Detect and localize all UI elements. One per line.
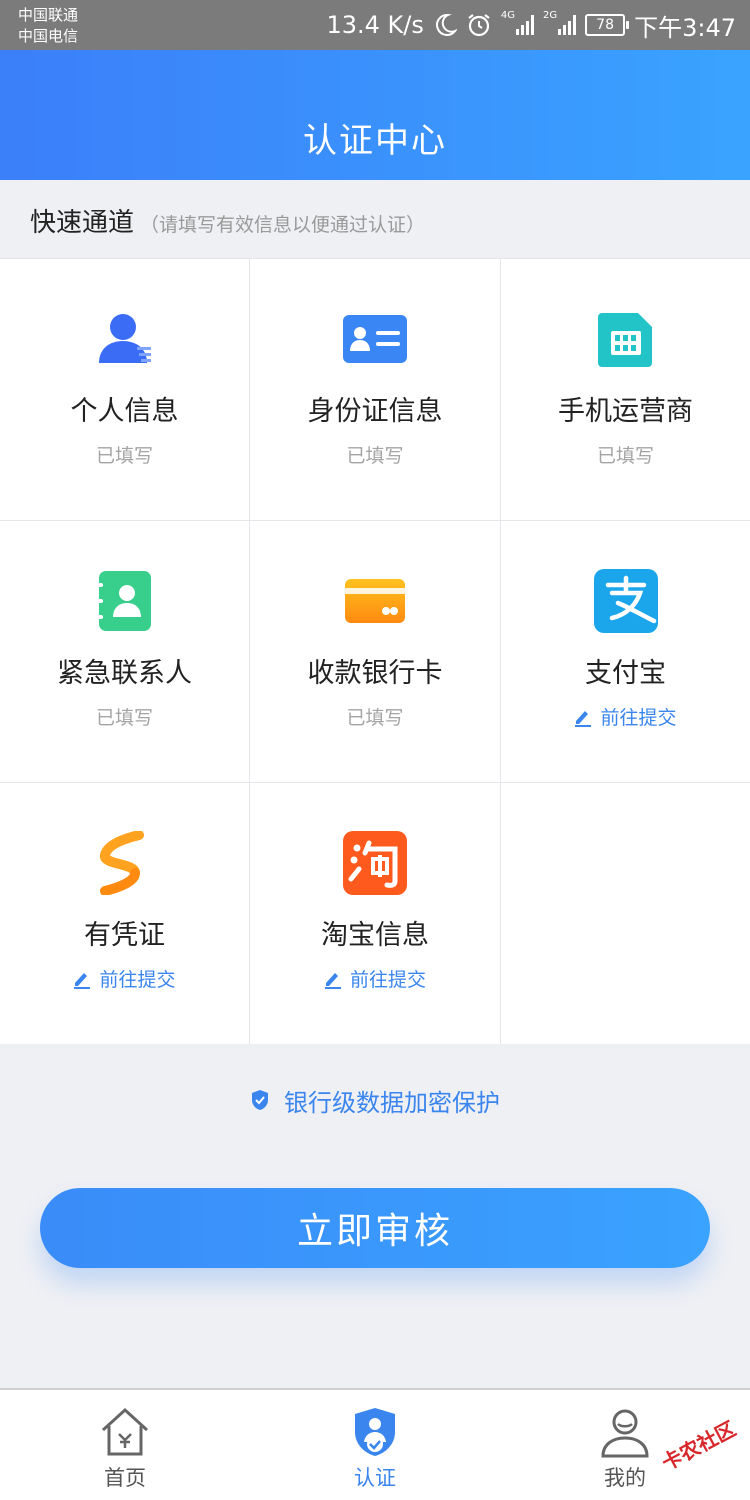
pencil-icon [73,969,91,989]
item-status: 已填写 [596,445,654,467]
item-id-card[interactable]: 身份证信息 已填写 [250,259,500,520]
voucher-icon [93,831,157,895]
item-title: 淘宝信息 [321,920,429,951]
item-emergency-contact[interactable]: 紧急联系人 已填写 [0,521,249,782]
pencil-icon [574,707,592,727]
item-bank-card[interactable]: 收款银行卡 已填写 [250,521,500,782]
item-status: 已填写 [95,445,153,467]
signal-icon-1: 4G [501,11,534,35]
network-type-1: 4G [500,10,515,21]
security-text: 银行级数据加密保护 [284,1088,500,1117]
submit-review-button[interactable]: 立即审核 [40,1188,710,1268]
user-icon [597,1404,653,1460]
item-status: 前往提交 [349,969,426,991]
tab-bar: 首页 认证 我的 [0,1388,750,1500]
shield-check-small-icon [250,1089,270,1111]
section-hint: （请填写有效信息以便通过认证） [140,214,426,236]
clock: 下午3:47 [634,13,736,42]
id-card-icon [343,307,407,371]
battery-icon: 78 [585,14,630,36]
carrier-info: 中国联通 中国电信 [18,5,78,47]
item-title: 收款银行卡 [307,658,443,689]
home-icon [97,1404,153,1460]
contacts-icon [93,569,157,633]
network-type-2: 2G [542,10,558,21]
section-header: 快速通道 （请填写有效信息以便通过认证） [30,202,425,242]
taobao-icon [343,831,407,895]
verification-grid: 个人信息 已填写 身份证信息 已填写 手机运营商 已填写 紧急联系人 已填写 收… [0,258,750,1044]
carrier-2: 中国电信 [18,27,79,45]
item-title: 有凭证 [84,920,165,951]
signal-icon-2: 2G [543,11,577,35]
section-title: 快速通道 [30,208,135,238]
item-personal-info[interactable]: 个人信息 已填写 [0,259,249,520]
item-alipay[interactable]: 支付宝 前往提交 [501,521,750,782]
person-icon [93,307,157,371]
item-title: 个人信息 [70,396,179,427]
item-status-action[interactable]: 前往提交 [250,965,500,992]
status-icons: 13.4 K/s 4G 2G 78 下午3:47 [326,8,736,42]
item-status-action[interactable]: 前往提交 [501,703,750,730]
item-taobao[interactable]: 淘宝信息 前往提交 [250,783,500,1044]
empty-cell [501,783,750,1044]
alipay-icon [593,569,658,633]
item-title: 支付宝 [585,658,666,689]
item-status: 已填写 [346,445,404,467]
tab-home[interactable]: 首页 [50,1390,200,1500]
bank-card-icon [343,569,407,633]
tab-label: 首页 [104,1466,146,1490]
item-mobile-carrier[interactable]: 手机运营商 已填写 [501,259,750,520]
sim-card-icon [594,307,658,371]
moon-icon [433,13,457,37]
header: 认证中心 [0,50,750,180]
item-status-action[interactable]: 前往提交 [0,965,249,992]
item-status: 已填写 [95,707,153,729]
battery-level: 78 [596,17,614,33]
tab-label: 认证 [354,1466,396,1490]
security-note: 银行级数据加密保护 [0,1082,750,1118]
pencil-icon [324,969,342,989]
status-bar: 中国联通 中国电信 13.4 K/s 4G 2G 78 下午3:47 [0,0,750,50]
watermark-logo: 卡农社区 [655,1412,741,1476]
item-status: 已填写 [346,707,404,729]
network-speed: 13.4 K/s [326,11,424,39]
carrier-1: 中国联通 [18,6,79,24]
item-status: 前往提交 [600,707,677,729]
alarm-icon [466,12,492,38]
item-title: 紧急联系人 [57,658,192,689]
item-status: 前往提交 [99,969,176,991]
item-title: 手机运营商 [558,396,693,427]
item-title: 身份证信息 [307,396,443,427]
item-voucher[interactable]: 有凭证 前往提交 [0,783,249,1044]
shield-check-icon [347,1404,403,1460]
tab-verify[interactable]: 认证 [300,1390,450,1500]
page-title: 认证中心 [303,121,447,161]
